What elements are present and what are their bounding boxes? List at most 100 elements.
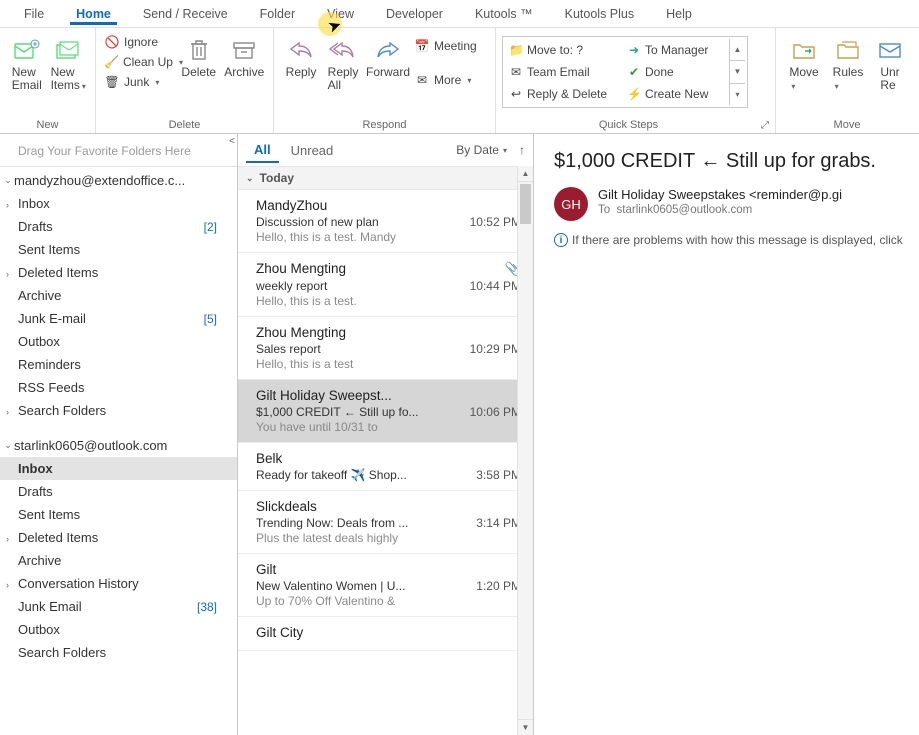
qs-scroll-up[interactable]: ▲ xyxy=(730,39,745,61)
folder-junk-email[interactable]: Junk Email[38] xyxy=(0,595,237,618)
forward-arrow-icon: ➜ xyxy=(627,43,641,57)
meeting-button[interactable]: 📅Meeting xyxy=(412,38,484,54)
qs-create-new[interactable]: ⚡Create New xyxy=(623,83,729,105)
forward-icon xyxy=(372,36,404,64)
qs-to-manager[interactable]: ➜To Manager xyxy=(623,39,729,61)
tab-help[interactable]: Help xyxy=(650,3,708,24)
account-header[interactable]: ⌄mandyzhou@extendoffice.c... xyxy=(0,167,237,192)
unread-label: UnrRe xyxy=(880,66,899,92)
folder-reminders[interactable]: Reminders xyxy=(0,353,237,376)
more-respond-button[interactable]: ✉More▾ xyxy=(412,72,484,88)
folder-search-folders[interactable]: ›Search Folders xyxy=(0,399,237,422)
folder-label: Inbox xyxy=(18,461,53,476)
date-group-header[interactable]: ⌄Today xyxy=(238,166,533,190)
reply-all-icon xyxy=(327,36,359,64)
folder-archive[interactable]: Archive xyxy=(0,549,237,572)
message-subject-preview: New Valentino Women | U... xyxy=(256,579,405,593)
rules-button[interactable]: Rules▾ xyxy=(826,32,870,92)
scroll-up-button[interactable]: ▲ xyxy=(518,166,533,182)
reply-all-button[interactable]: ReplyAll xyxy=(322,32,364,92)
folder-label: Junk E-mail xyxy=(18,311,86,326)
filter-unread[interactable]: Unread xyxy=(283,139,342,162)
account-header[interactable]: ⌄starlink0605@outlook.com xyxy=(0,432,237,457)
folder-sent-items[interactable]: Sent Items xyxy=(0,503,237,526)
message-item[interactable]: Gilt Holiday Sweepst...$1,000 CREDIT ← S… xyxy=(238,380,533,443)
archive-button[interactable]: Archive xyxy=(222,32,268,79)
qs-reply-delete[interactable]: ↩Reply & Delete xyxy=(505,83,623,105)
folder-inbox[interactable]: Inbox xyxy=(0,457,237,480)
sort-button[interactable]: By Date▾ xyxy=(456,143,507,157)
tab-folder[interactable]: Folder xyxy=(244,3,311,24)
folder-conversation-history[interactable]: ›Conversation History xyxy=(0,572,237,595)
quicksteps-launcher[interactable]: ⤢ xyxy=(761,120,775,131)
chevron-down-icon: ▾ xyxy=(503,146,507,155)
qs-move-to[interactable]: 📁Move to: ? xyxy=(505,39,623,61)
move-button[interactable]: Move▾ xyxy=(782,32,826,92)
tab-developer[interactable]: Developer xyxy=(370,3,459,24)
unread-button[interactable]: UnrRe xyxy=(870,32,910,92)
reading-pane: $1,000 CREDIT ← Still up for grabs. GH G… xyxy=(534,134,919,735)
tab-kutools-plus[interactable]: Kutools Plus xyxy=(549,3,650,24)
sender-avatar: GH xyxy=(554,187,588,221)
filter-all[interactable]: All xyxy=(246,138,279,163)
message-item[interactable]: GiltNew Valentino Women | U...1:20 PMUp … xyxy=(238,554,533,617)
ribbon-tabs: File Home Send / Receive Folder View Dev… xyxy=(0,0,919,28)
qs-team-email[interactable]: ✉Team Email xyxy=(505,61,623,83)
cleanup-button[interactable]: 🧹Clean Up▾ xyxy=(102,54,176,70)
message-subject-preview: $1,000 CREDIT ← Still up fo... xyxy=(256,405,419,419)
sort-direction-button[interactable]: ↑ xyxy=(519,143,525,157)
tab-file[interactable]: File xyxy=(8,3,60,24)
group-label-move: Move xyxy=(776,117,918,133)
info-bar[interactable]: i If there are problems with how this me… xyxy=(534,227,919,253)
delete-button[interactable]: Delete xyxy=(176,32,222,79)
message-item[interactable]: Gilt City xyxy=(238,617,533,651)
item-count: [38] xyxy=(197,600,217,614)
message-item[interactable]: BelkReady for takeoff ✈️ Shop...3:58 PM xyxy=(238,443,533,491)
qs-scroll-down[interactable]: ▼ xyxy=(730,61,745,83)
reply-button[interactable]: Reply xyxy=(280,32,322,79)
folder-outbox[interactable]: Outbox xyxy=(0,330,237,353)
folder-search-folders[interactable]: Search Folders xyxy=(0,641,237,664)
sender-line: Gilt Holiday Sweepstakes <reminder@p.gi xyxy=(598,187,842,202)
new-items-button[interactable]: NewItems▾ xyxy=(48,32,90,92)
tab-view[interactable]: View xyxy=(311,3,370,24)
folder-junk-e-mail[interactable]: Junk E-mail[5] xyxy=(0,307,237,330)
info-icon: i xyxy=(554,233,568,247)
recipient-line: To starlink0605@outlook.com xyxy=(598,204,842,216)
folder-inbox[interactable]: ›Inbox xyxy=(0,192,237,215)
tab-send-receive[interactable]: Send / Receive xyxy=(127,3,244,24)
rules-icon xyxy=(832,36,864,64)
folder-drafts[interactable]: Drafts[2] xyxy=(0,215,237,238)
folder-outbox[interactable]: Outbox xyxy=(0,618,237,641)
group-label-quicksteps: Quick Steps xyxy=(496,117,761,133)
tab-home[interactable]: Home xyxy=(60,3,127,24)
tab-kutools[interactable]: Kutools ™ xyxy=(459,3,549,24)
folder-rss-feeds[interactable]: RSS Feeds xyxy=(0,376,237,399)
qs-done[interactable]: ✔Done xyxy=(623,61,729,83)
message-item[interactable]: Zhou Mengting📎weekly report10:44 PMHello… xyxy=(238,253,533,317)
trash-icon xyxy=(183,36,215,64)
junk-button[interactable]: 🗑Junk▾ xyxy=(102,74,176,90)
folder-pane: < Drag Your Favorite Folders Here ⌄mandy… xyxy=(0,134,238,735)
message-item[interactable]: SlickdealsTrending Now: Deals from ...3:… xyxy=(238,491,533,554)
collapse-pane-icon[interactable]: < xyxy=(229,136,235,147)
message-item[interactable]: Zhou MengtingSales report10:29 PMHello, … xyxy=(238,317,533,380)
folder-deleted-items[interactable]: ›Deleted Items xyxy=(0,261,237,284)
folder-sent-items[interactable]: Sent Items xyxy=(0,238,237,261)
message-subject-preview: Sales report xyxy=(256,342,321,356)
scroll-thumb[interactable] xyxy=(520,184,531,224)
qs-expand[interactable]: ▾ xyxy=(730,84,745,105)
scroll-down-button[interactable]: ▼ xyxy=(518,719,533,735)
list-scrollbar[interactable]: ▲ ▼ xyxy=(517,166,533,735)
chevron-right-icon: › xyxy=(6,580,16,590)
ignore-button[interactable]: 🚫Ignore xyxy=(102,34,176,50)
message-subject-preview: Trending Now: Deals from ... xyxy=(256,516,408,530)
folder-drafts[interactable]: Drafts xyxy=(0,480,237,503)
ribbon: NewEmail NewItems▾ New 🚫Ignore 🧹Clean Up… xyxy=(0,28,919,134)
new-email-button[interactable]: NewEmail xyxy=(6,32,48,92)
folder-move-icon: 📁 xyxy=(509,43,523,57)
folder-archive[interactable]: Archive xyxy=(0,284,237,307)
message-item[interactable]: MandyZhouDiscussion of new plan10:52 PMH… xyxy=(238,190,533,253)
folder-deleted-items[interactable]: ›Deleted Items xyxy=(0,526,237,549)
forward-button[interactable]: Forward xyxy=(364,32,412,79)
